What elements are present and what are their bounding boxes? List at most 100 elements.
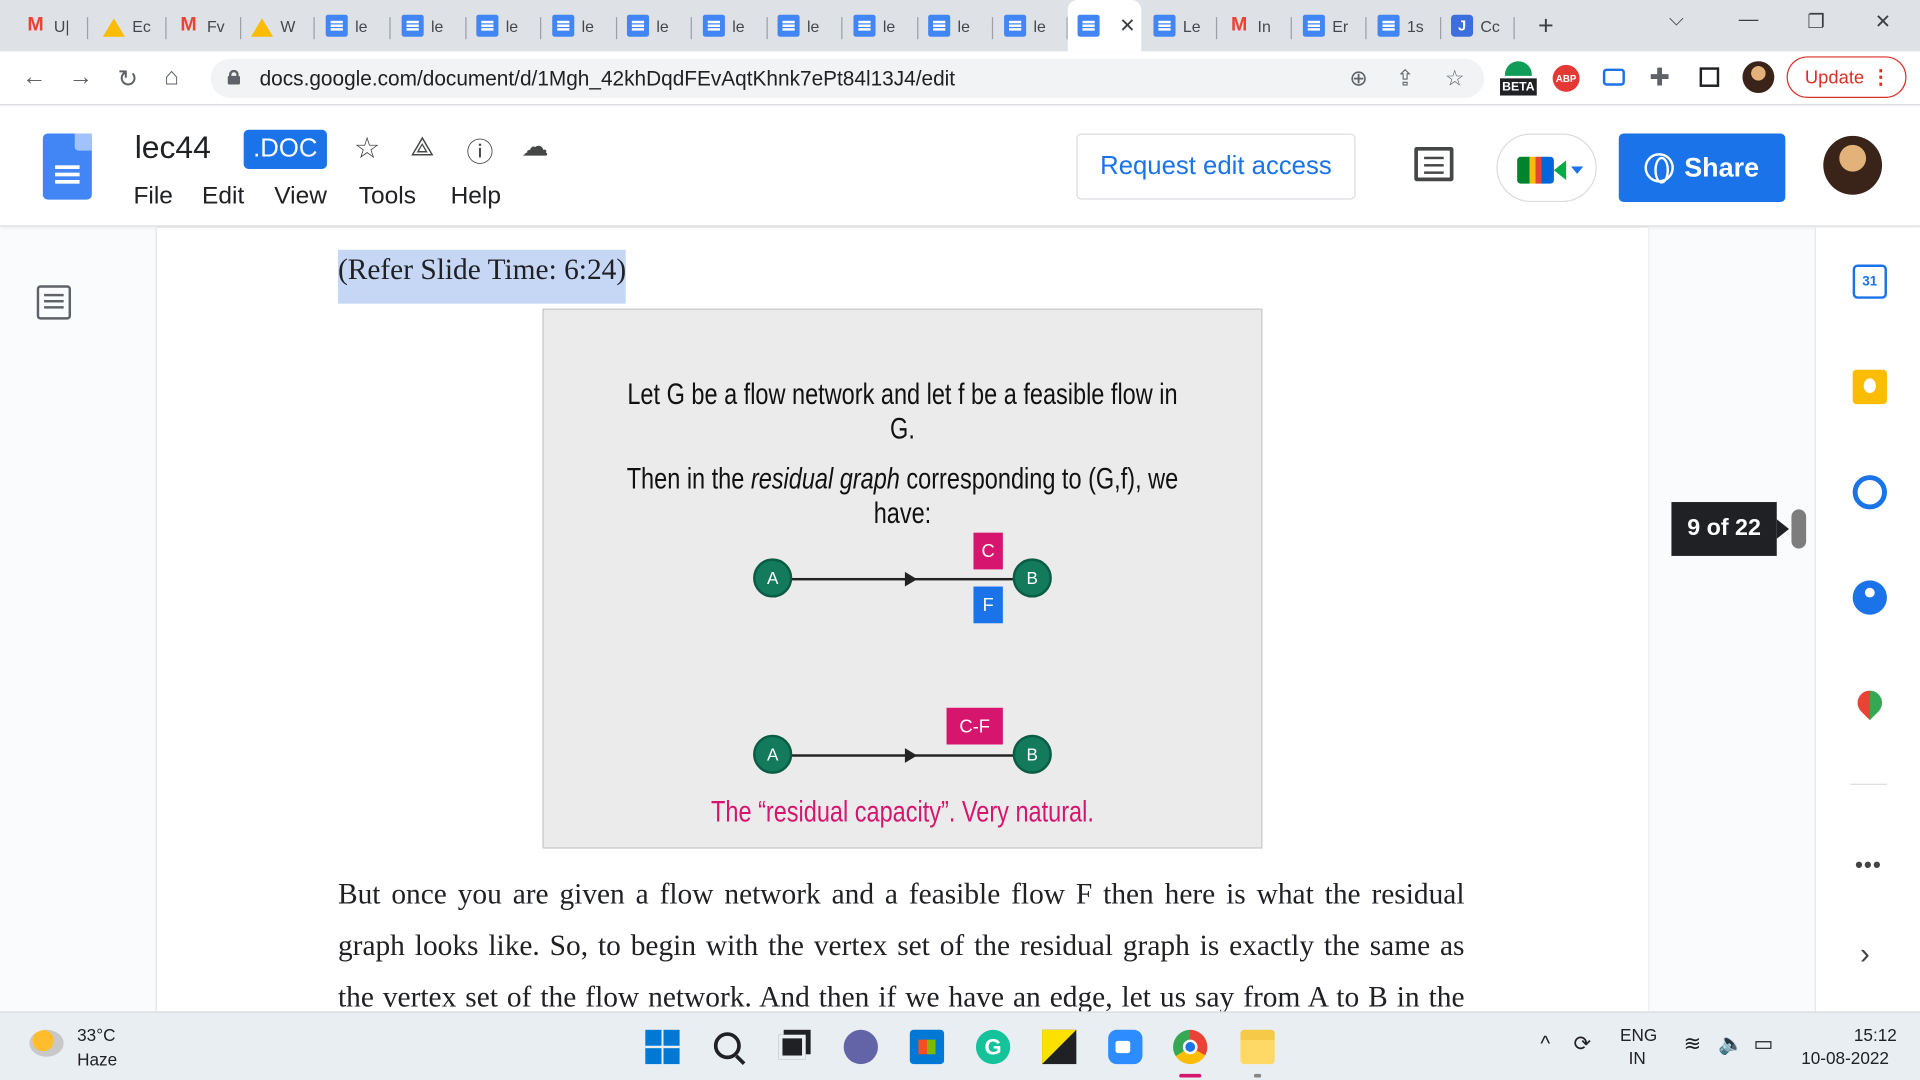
browser-tab[interactable]: le [316, 7, 391, 44]
beta-extension-icon[interactable]: BETA [1500, 61, 1537, 96]
weather-temperature[interactable]: 33°C [77, 1025, 115, 1045]
contacts-icon[interactable] [1852, 580, 1887, 615]
browser-tab[interactable]: Le [1144, 7, 1218, 44]
more-addons-icon[interactable]: ••• [1855, 852, 1882, 878]
cloud-saved-icon[interactable]: ☁ [522, 131, 549, 163]
adblock-icon[interactable]: ABP [1552, 64, 1580, 92]
share-button[interactable]: Share [1618, 133, 1786, 203]
browser-tab[interactable]: M Fv [168, 7, 242, 44]
language-line-1[interactable]: ENG [1620, 1025, 1657, 1045]
account-avatar[interactable] [1823, 135, 1883, 195]
restore-icon[interactable]: ❐ [1807, 10, 1825, 34]
bookmark-star-icon[interactable]: ☆ [1445, 66, 1465, 92]
chrome-icon[interactable] [1173, 1029, 1208, 1065]
star-icon[interactable]: ☆ [354, 131, 380, 167]
body-line-1[interactable]: But once you are given a flow network an… [338, 869, 1465, 920]
browser-tab[interactable]: le [693, 7, 768, 44]
language-line-2[interactable]: IN [1629, 1048, 1646, 1068]
move-to-drive-icon[interactable]: ⟁ [410, 131, 434, 163]
search-icon[interactable] [713, 1032, 741, 1060]
tab-search-icon[interactable]: ⌵ [1669, 10, 1684, 32]
task-view-icon[interactable] [778, 1034, 806, 1060]
reload-icon[interactable]: ↻ [118, 64, 139, 95]
meet-camera-icon [1517, 156, 1567, 184]
home-icon[interactable]: ⌂ [164, 64, 179, 92]
body-line-3[interactable]: the vertex set of the flow network. And … [338, 972, 1465, 1011]
weather-condition[interactable]: Haze [77, 1049, 117, 1069]
browser-tab[interactable]: le [392, 7, 467, 44]
docs-logo-icon[interactable] [42, 133, 92, 200]
browser-tab[interactable]: J Cc [1441, 7, 1515, 44]
share-page-icon[interactable]: ⇪ [1396, 66, 1414, 92]
file-explorer-icon[interactable] [1240, 1029, 1275, 1065]
browser-tab[interactable]: M U| [15, 7, 89, 44]
browser-tab[interactable]: M In [1218, 7, 1292, 44]
browser-tab[interactable]: le [617, 7, 692, 44]
battery-icon[interactable]: ▭ [1753, 1032, 1773, 1056]
screen-capture-icon[interactable] [1602, 68, 1625, 86]
extensions-puzzle-icon[interactable]: ✚ [1649, 62, 1670, 93]
close-tab-icon[interactable]: ✕ [1119, 13, 1135, 37]
teams-chat-icon[interactable] [843, 1029, 878, 1065]
meet-button[interactable] [1496, 133, 1597, 203]
side-panel-icon[interactable] [1699, 67, 1720, 87]
browser-tab[interactable]: le [768, 7, 843, 44]
browser-tab[interactable]: le [542, 7, 618, 44]
scrollbar-thumb[interactable] [1791, 509, 1807, 549]
expand-side-panel-icon[interactable]: › [1860, 938, 1870, 972]
profile-avatar[interactable] [1742, 61, 1775, 94]
browser-tab[interactable]: W [241, 7, 315, 44]
clock-time[interactable]: 15:12 [1854, 1025, 1897, 1045]
browser-tab[interactable]: Ec [93, 7, 167, 44]
menu-tools[interactable]: Tools [359, 182, 416, 210]
info-icon[interactable]: ⓘ [467, 131, 494, 170]
refer-slide-time[interactable]: (Refer Slide Time: 6:24) [337, 249, 627, 304]
tasks-icon[interactable] [1852, 475, 1887, 510]
forward-icon[interactable]: → [69, 64, 93, 92]
tray-overflow-icon[interactable]: ^ [1540, 1032, 1550, 1056]
wifi-icon[interactable]: ≋ [1684, 1032, 1701, 1056]
document-title[interactable]: lec44 [135, 129, 211, 167]
menu-view[interactable]: View [274, 182, 327, 210]
tab-separator [165, 17, 167, 40]
new-tab-button[interactable]: + [1538, 10, 1554, 42]
browser-tab[interactable]: ✕ [1067, 0, 1142, 52]
document-page[interactable]: (Refer Slide Time: 6:24) Let G be a flow… [156, 227, 1649, 1012]
arrowhead-bottom [904, 748, 918, 763]
address-bar[interactable]: docs.google.com/document/d/1Mgh_42khDqdF… [210, 58, 1485, 98]
weather-haze-icon[interactable] [29, 1029, 64, 1057]
volume-icon[interactable]: 🔈 [1718, 1032, 1744, 1056]
minimize-icon[interactable]: — [1739, 10, 1759, 32]
menu-help[interactable]: Help [451, 182, 501, 210]
browser-tab[interactable]: Er [1293, 7, 1367, 44]
sync-icon[interactable]: ⟳ [1573, 1032, 1590, 1056]
browser-tab[interactable]: le [994, 7, 1068, 44]
back-icon[interactable]: ← [22, 64, 46, 92]
tab-separator [841, 17, 843, 40]
microsoft-store-icon[interactable] [909, 1029, 945, 1065]
menu-file[interactable]: File [133, 182, 172, 210]
clock-date[interactable]: 10-08-2022 [1801, 1048, 1889, 1068]
comments-icon[interactable] [1414, 146, 1454, 182]
menu-edit[interactable]: Edit [202, 182, 244, 210]
browser-tab[interactable]: le [467, 7, 542, 44]
slide-line-2-pre: Then in the [626, 462, 751, 496]
zoom-app-icon[interactable] [1108, 1029, 1143, 1065]
sticky-notes-icon[interactable] [1042, 1029, 1077, 1065]
request-edit-access-button[interactable]: Request edit access [1076, 133, 1356, 200]
browser-tab[interactable]: 1s [1368, 7, 1442, 44]
gmail-icon: M [180, 14, 197, 36]
grammarly-icon[interactable]: G [975, 1029, 1011, 1065]
browser-tab[interactable]: le [918, 7, 994, 44]
keep-icon[interactable] [1852, 369, 1887, 405]
calendar-icon[interactable]: 31 [1852, 264, 1887, 299]
window-close-icon[interactable]: ✕ [1875, 10, 1891, 34]
body-line-2[interactable]: graph looks like. So, to begin with the … [338, 921, 1465, 972]
windows-start-icon[interactable] [645, 1029, 680, 1065]
kebab-menu-icon: ⋮ [1871, 67, 1891, 89]
update-button[interactable]: Update ⋮ [1786, 56, 1907, 98]
maps-icon[interactable] [1852, 685, 1888, 721]
zoom-icon[interactable]: ⊕ [1349, 66, 1367, 92]
browser-tab[interactable]: le [844, 7, 919, 44]
document-outline-icon[interactable] [36, 285, 72, 320]
